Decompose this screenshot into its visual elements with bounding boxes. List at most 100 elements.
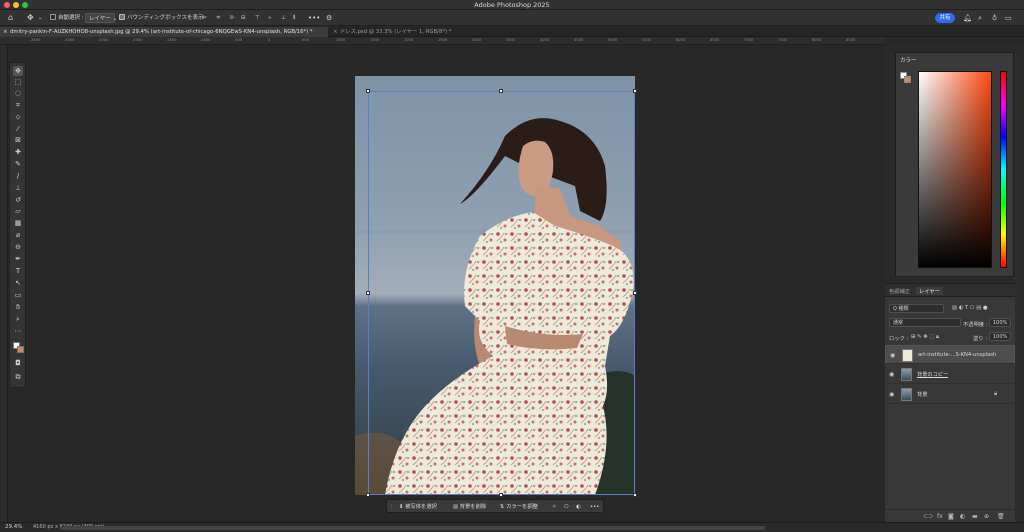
home-icon[interactable]: ⌂ (8, 13, 13, 23)
close-tab-icon[interactable]: × (3, 27, 8, 37)
bbox-handle-top[interactable] (499, 89, 503, 93)
mask-icon[interactable]: ◐ (576, 502, 581, 512)
align-middle-icon[interactable]: ⫟ (268, 13, 271, 23)
layer-name[interactable]: art-institute-...S-KN4-unsplash (918, 352, 996, 358)
link-layers-icon[interactable]: ⊂⊃ (923, 513, 933, 520)
lightbulb-icon[interactable]: ♁ (992, 13, 997, 23)
frame-tool-icon[interactable]: ⊠ (13, 135, 23, 145)
crop-tool-icon[interactable]: ⌗ (13, 100, 23, 110)
move-tool-icon[interactable]: ✥ (27, 13, 34, 23)
layer-row[interactable]: ◉ 背景 🔒︎ (885, 385, 1015, 404)
background-color-swatch[interactable] (17, 346, 24, 353)
move-tool-icon[interactable]: ✥ (13, 66, 23, 76)
align-more-icon[interactable]: ⊟ (241, 13, 246, 23)
blend-mode-dropdown[interactable]: 通常 (889, 318, 961, 327)
adjust-color-button[interactable]: ⇅ カラーを調整 (500, 502, 538, 512)
lock-icons[interactable]: ⊞ ✎ ✥ ⬚ 🔒︎ (911, 334, 939, 341)
bell-icon[interactable]: 🔔︎ (963, 13, 972, 23)
eye-icon[interactable]: ◉ (890, 352, 895, 359)
object-selection-tool-icon[interactable]: ⬦ (13, 112, 23, 122)
layer-name[interactable]: 背景 (917, 391, 927, 398)
eye-icon[interactable]: ◉ (889, 371, 894, 378)
opacity-field[interactable]: 100% (989, 318, 1011, 327)
zoom-tool-icon[interactable]: ⌕ (13, 314, 23, 324)
zoom-level[interactable]: 29.4% (5, 524, 22, 530)
search-icon[interactable]: ⌕ (978, 13, 982, 23)
trash-icon[interactable]: 🗑︎ (997, 513, 1005, 520)
align-right-icon[interactable]: ⊪ (230, 13, 235, 23)
artboard-tool-icon[interactable]: ⬚ (13, 77, 23, 87)
workspace-icon[interactable]: ▭ (1005, 13, 1012, 23)
show-bbox-checkbox[interactable]: バウンディングボックスを表示 (119, 13, 203, 23)
bbox-handle-bottom-left[interactable] (366, 493, 370, 497)
adjustment-layer-icon[interactable]: ◐ (960, 513, 965, 520)
3d-mode-icon[interactable]: ⚙ (326, 13, 332, 23)
pen-tool-icon[interactable]: ✒ (13, 254, 23, 264)
fx-icon[interactable]: fx (937, 513, 943, 520)
type-tool-icon[interactable]: T (13, 266, 23, 276)
bbox-handle-left[interactable] (366, 291, 370, 295)
layer-name[interactable]: 背景のコピー (917, 371, 948, 378)
lock-icon[interactable]: 🔒︎ (994, 390, 997, 398)
layer-row[interactable]: ◉ 背景のコピー (885, 365, 1015, 384)
transform-bounding-box[interactable] (368, 91, 635, 495)
horizontal-scrollbar[interactable] (60, 526, 765, 530)
remove-background-button[interactable]: ▨ 背景を削除 (453, 502, 486, 512)
path-selection-tool-icon[interactable]: ↖ (13, 278, 23, 288)
bbox-handle-top-right[interactable] (633, 89, 637, 93)
more-options-button[interactable]: ••• (308, 13, 320, 23)
chevron-down-icon[interactable]: ⌄ (38, 13, 43, 23)
color-picker-field[interactable] (918, 71, 992, 268)
bbox-handle-bottom[interactable] (499, 493, 503, 497)
tab-dress-psd[interactable]: × ドレス.psd @ 33.3% (レイヤー 1, RGB/8*) * (330, 27, 470, 37)
bbox-handle-top-left[interactable] (366, 89, 370, 93)
edit-toolbar-icon[interactable]: ⋯ (13, 326, 23, 336)
new-layer-icon[interactable]: ⊕ (984, 513, 989, 520)
eyedropper-tool-icon[interactable]: ⁄ (13, 124, 23, 134)
add-mask-icon[interactable]: ◙ (948, 513, 954, 520)
layer-filter-dropdown[interactable]: Q 種類 (889, 304, 944, 313)
history-brush-tool-icon[interactable]: ↺ (13, 195, 23, 205)
tab-layers[interactable]: レイヤー (916, 287, 944, 295)
close-tab-icon[interactable]: × (333, 27, 338, 37)
bbox-handle-bottom-right[interactable] (633, 493, 637, 497)
dodge-tool-icon[interactable]: ⊖ (13, 242, 23, 252)
blur-tool-icon[interactable]: ⌀ (13, 230, 23, 240)
select-subject-button[interactable]: ⬇ 被写体を選択 (399, 502, 437, 512)
eye-icon[interactable]: ◉ (889, 391, 894, 398)
auto-select-target-dropdown[interactable]: レイヤー ⌄ (85, 13, 117, 23)
eraser-tool-icon[interactable]: ▱ (13, 206, 23, 216)
auto-select-checkbox[interactable]: 自動選択 : (50, 13, 84, 23)
distribute-icon[interactable]: ⫴ (293, 13, 295, 23)
layer-row[interactable]: ◉ art-institute-...S-KN4-unsplash (885, 345, 1015, 364)
tab-adjustments[interactable]: 色調補正 (889, 287, 910, 295)
vertical-ruler[interactable] (0, 45, 8, 522)
align-center-icon[interactable]: ≑ (216, 13, 221, 23)
transform-icon[interactable]: ⬠ (564, 502, 569, 512)
screen-mode-icon[interactable]: ⧉ (13, 372, 23, 382)
bbox-handle-right[interactable] (633, 291, 637, 295)
background-color-swatch[interactable] (904, 76, 911, 83)
clone-stamp-tool-icon[interactable]: ⊥ (13, 183, 23, 193)
brush-tool-icon[interactable]: ✎ (13, 159, 23, 169)
paint-brush-tool-icon[interactable]: ∕ (13, 171, 23, 181)
tab-dmitry-pankin[interactable]: × dmitry-pankin-F-AUZKHOHO8-unsplash.jpg … (0, 27, 328, 37)
generative-icon[interactable]: ✧ (552, 502, 556, 512)
hand-tool-icon[interactable]: ✋︎ (13, 302, 23, 312)
lasso-tool-icon[interactable]: ◌ (13, 88, 23, 98)
shape-tool-icon[interactable]: ▭ (13, 290, 23, 300)
group-icon[interactable]: ▬ (972, 513, 978, 520)
fill-field[interactable]: 100% (989, 332, 1011, 341)
more-actions-button[interactable]: ••• (590, 502, 599, 512)
align-top-icon[interactable]: ⊤ (255, 13, 260, 23)
share-button[interactable]: 共有 (935, 13, 955, 23)
spot-healing-tool-icon[interactable]: ✚ (13, 147, 23, 157)
align-left-icon[interactable]: ⊫ (202, 13, 207, 23)
drag-handle-icon[interactable]: ⋮ (389, 502, 394, 512)
hue-slider[interactable] (1000, 71, 1007, 268)
filter-icons[interactable]: ▨ ◐ T ⬠ ▤ ● (952, 305, 988, 311)
quick-mask-icon[interactable]: ◘ (13, 358, 23, 368)
align-bottom-icon[interactable]: ⊥ (281, 13, 286, 23)
gradient-tool-icon[interactable]: ▦ (13, 218, 23, 228)
horizontal-ruler[interactable]: -3500 -3000 -2500 -2000 -1500 -1000 -500 0 500 10… (0, 37, 885, 45)
